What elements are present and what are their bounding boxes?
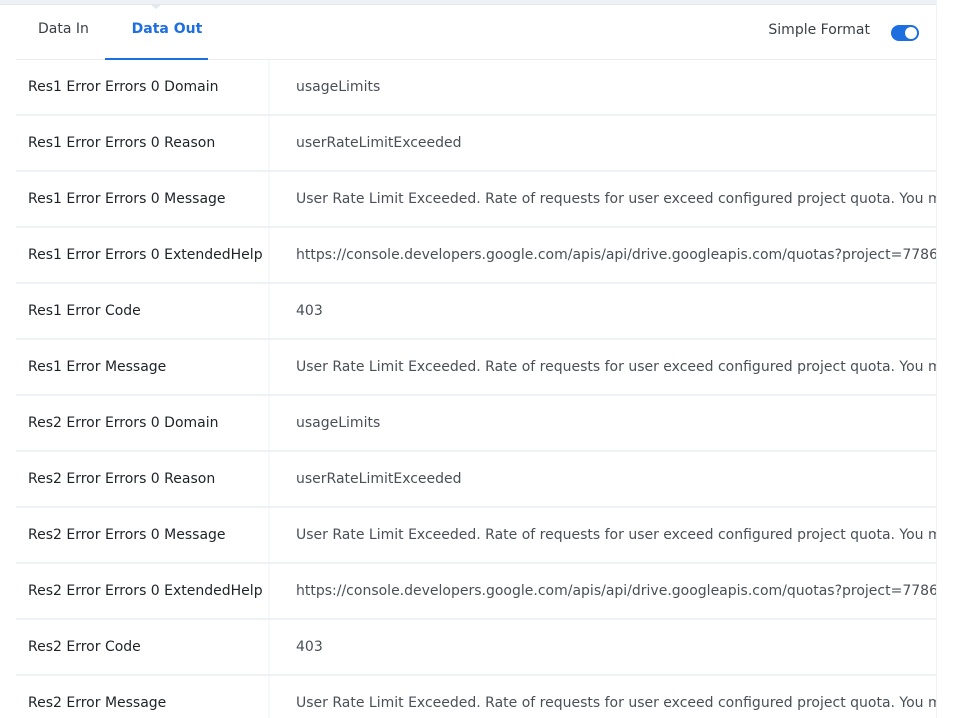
row-key: Res1 Error Message	[28, 359, 167, 375]
table-row: Res1 Error Message User Rate Limit Excee…	[16, 340, 937, 396]
row-key: Res1 Error Code	[28, 303, 141, 319]
table-row: Res2 Error Errors 0 Domain usageLimits	[16, 396, 937, 452]
row-key: Res2 Error Errors 0 ExtendedHelp	[28, 583, 263, 599]
table-row: Res1 Error Errors 0 Message User Rate Li…	[16, 172, 937, 228]
row-value: User Rate Limit Exceeded. Rate of reques…	[296, 191, 937, 207]
row-key: Res1 Error Errors 0 Message	[28, 191, 226, 207]
scroll-gutter	[936, 0, 960, 718]
row-value: https://console.developers.google.com/ap…	[296, 247, 937, 263]
row-value: User Rate Limit Exceeded. Rate of reques…	[296, 527, 937, 543]
row-value: https://console.developers.google.com/ap…	[296, 583, 937, 599]
row-value: userRateLimitExceeded	[296, 471, 462, 487]
table-row: Res1 Error Errors 0 Domain usageLimits	[16, 60, 937, 116]
data-out-table: Res1 Error Errors 0 Domain usageLimits R…	[16, 60, 937, 718]
row-value: User Rate Limit Exceeded. Rate of reques…	[296, 359, 937, 375]
row-value: usageLimits	[296, 79, 381, 95]
simple-format-label: Simple Format	[768, 22, 870, 38]
row-key: Res1 Error Errors 0 ExtendedHelp	[28, 247, 263, 263]
table-row: Res2 Error Errors 0 ExtendedHelp https:/…	[16, 564, 937, 620]
tab-data-in[interactable]: Data In	[36, 5, 91, 59]
table-row: Res1 Error Errors 0 Reason userRateLimit…	[16, 116, 937, 172]
table-row: Res2 Error Errors 0 Message User Rate Li…	[16, 508, 937, 564]
data-panel: Data In Data Out Simple Format Res1 Erro…	[0, 0, 960, 718]
toggle-knob	[905, 27, 917, 39]
table-row: Res1 Error Code 403	[16, 284, 937, 340]
row-value: userRateLimitExceeded	[296, 135, 462, 151]
row-key: Res2 Error Errors 0 Domain	[28, 415, 219, 431]
table-row: Res2 Error Errors 0 Reason userRateLimit…	[16, 452, 937, 508]
table-row: Res2 Error Message User Rate Limit Excee…	[16, 676, 937, 718]
row-value: 403	[296, 303, 323, 319]
simple-format-toggle[interactable]	[891, 25, 919, 41]
panel-header: Data In Data Out Simple Format	[16, 5, 936, 60]
table-row: Res1 Error Errors 0 ExtendedHelp https:/…	[16, 228, 937, 284]
row-value: usageLimits	[296, 415, 381, 431]
row-key: Res2 Error Errors 0 Message	[28, 527, 226, 543]
row-key: Res2 Error Errors 0 Reason	[28, 471, 216, 487]
row-key: Res1 Error Errors 0 Reason	[28, 135, 216, 151]
tab-data-out[interactable]: Data Out	[123, 5, 211, 59]
row-value: 403	[296, 639, 323, 655]
row-value: User Rate Limit Exceeded. Rate of reques…	[296, 695, 937, 711]
row-key: Res2 Error Code	[28, 639, 141, 655]
row-key: Res1 Error Errors 0 Domain	[28, 79, 219, 95]
row-key: Res2 Error Message	[28, 695, 167, 711]
table-row: Res2 Error Code 403	[16, 620, 937, 676]
